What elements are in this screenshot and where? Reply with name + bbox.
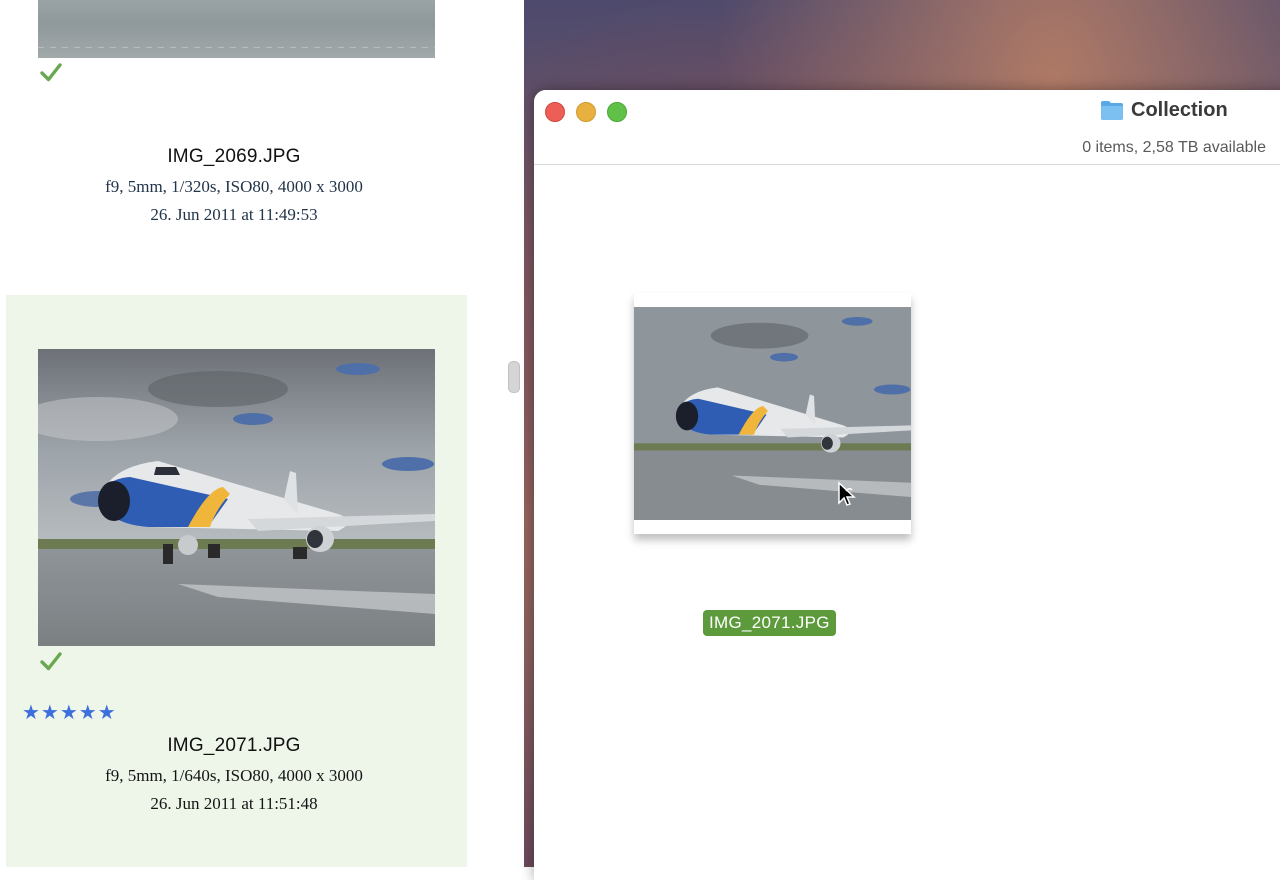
- photo-exif: f9, 5mm, 1/640s, ISO80, 4000 x 3000: [105, 766, 363, 785]
- dragged-file-preview[interactable]: [634, 293, 911, 534]
- dragged-file-thumbnail: [634, 307, 911, 520]
- photo-date: 26. Jun 2011 at 11:49:53: [150, 205, 318, 224]
- minimize-button[interactable]: [576, 102, 596, 122]
- window-title: Collection: [1131, 99, 1228, 121]
- photo-file-name: IMG_2071.JPG: [167, 735, 301, 756]
- photo-exif: f9, 5mm, 1/320s, ISO80, 4000 x 3000: [105, 177, 363, 196]
- photo-thumbnail[interactable]: [38, 0, 435, 58]
- folder-icon: [1101, 101, 1123, 120]
- zoom-button[interactable]: [607, 102, 627, 122]
- checkmark-icon[interactable]: [39, 650, 63, 674]
- finder-window[interactable]: Collection 0 items, 2,58 TB available IM…: [534, 90, 1280, 880]
- status-bar: 0 items, 2,58 TB available: [534, 134, 1280, 165]
- alias-cursor-icon: [838, 481, 856, 506]
- photo-card-img-2069[interactable]: IMG_2069.JPG f9, 5mm, 1/320s, ISO80, 400…: [0, 0, 468, 260]
- photo-file-name: IMG_2069.JPG: [167, 146, 301, 167]
- status-text: 0 items, 2,58 TB available: [1082, 139, 1266, 156]
- photo-date: 26. Jun 2011 at 11:51:48: [150, 794, 318, 813]
- photo-thumbnail[interactable]: [38, 349, 435, 646]
- close-button[interactable]: [545, 102, 565, 122]
- split-view-handle[interactable]: [508, 361, 520, 393]
- dragged-file-name: IMG_2071.JPG: [703, 610, 836, 636]
- star-rating[interactable]: ★★★★★: [22, 700, 117, 725]
- checkmark-icon[interactable]: [39, 61, 63, 85]
- window-titlebar[interactable]: Collection: [534, 90, 1280, 135]
- photo-browser-pane: IMG_2069.JPG f9, 5mm, 1/320s, ISO80, 400…: [0, 0, 524, 867]
